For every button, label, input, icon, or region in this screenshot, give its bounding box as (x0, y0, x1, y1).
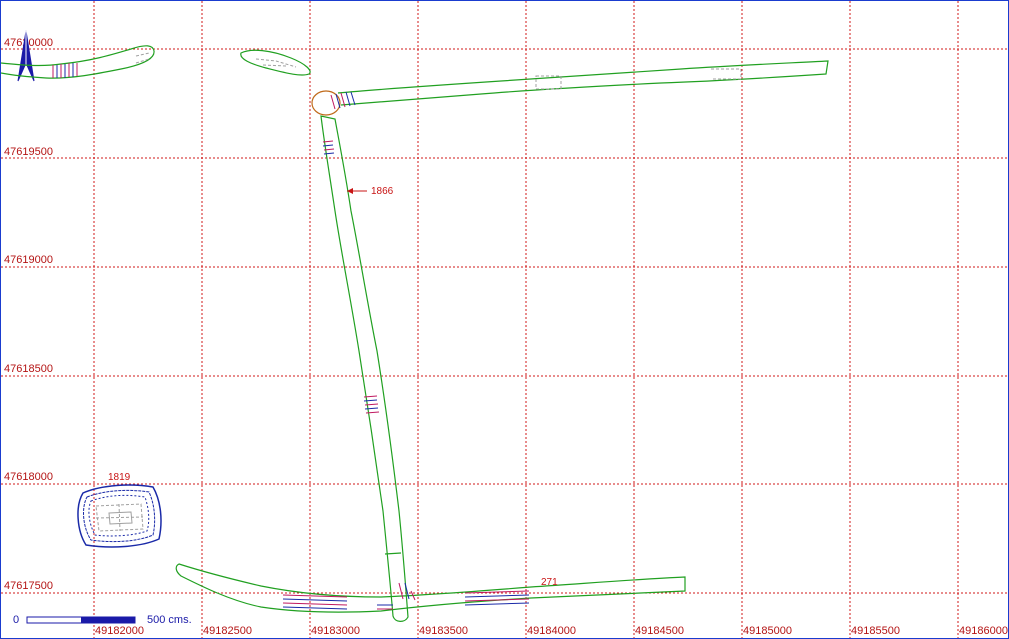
y-label: 47619500 (4, 146, 53, 158)
x-label: 49182500 (203, 625, 252, 637)
road-271-bottom[interactable]: 271 (175, 563, 686, 613)
scale-start-label: 0 (13, 614, 19, 626)
y-label: 47617500 (4, 580, 53, 592)
x-label: 49184500 (635, 625, 684, 637)
road-upper-horizontal[interactable] (311, 60, 829, 116)
parcel-1819[interactable]: 1819 (77, 472, 162, 548)
x-label: 49183000 (311, 625, 360, 637)
map-canvas[interactable]: 47620000 47619500 47619000 47618500 4761… (0, 0, 1009, 639)
x-label: 49185500 (851, 625, 900, 637)
culvert-hatch (330, 91, 356, 110)
road-segment-small[interactable] (240, 49, 311, 76)
grid (1, 1, 1008, 638)
x-label: 49184000 (527, 625, 576, 637)
parcel-label-1819: 1819 (108, 472, 131, 483)
y-label: 47619000 (4, 254, 53, 266)
road-label-271: 271 (541, 577, 558, 588)
y-label: 47618500 (4, 363, 53, 375)
y-label: 47618000 (4, 471, 53, 483)
scale-bar-fill (81, 617, 135, 623)
culvert-hatch (322, 140, 380, 414)
map-svg: 47620000 47619500 47619000 47618500 4761… (1, 1, 1008, 638)
road-1866-vertical[interactable]: 1866 (320, 115, 409, 622)
x-axis-labels: 49182000 49182500 49183000 49183500 4918… (95, 625, 1008, 637)
x-label: 49185000 (743, 625, 792, 637)
culvert-hatch (52, 63, 78, 78)
y-axis-labels: 47620000 47619500 47619000 47618500 4761… (4, 37, 53, 592)
x-label: 49182000 (95, 625, 144, 637)
scale-end-label: 500 cms. (147, 614, 192, 626)
x-label: 49183500 (419, 625, 468, 637)
x-label: 49186000 (959, 625, 1008, 637)
road-label-1866: 1866 (371, 186, 394, 197)
